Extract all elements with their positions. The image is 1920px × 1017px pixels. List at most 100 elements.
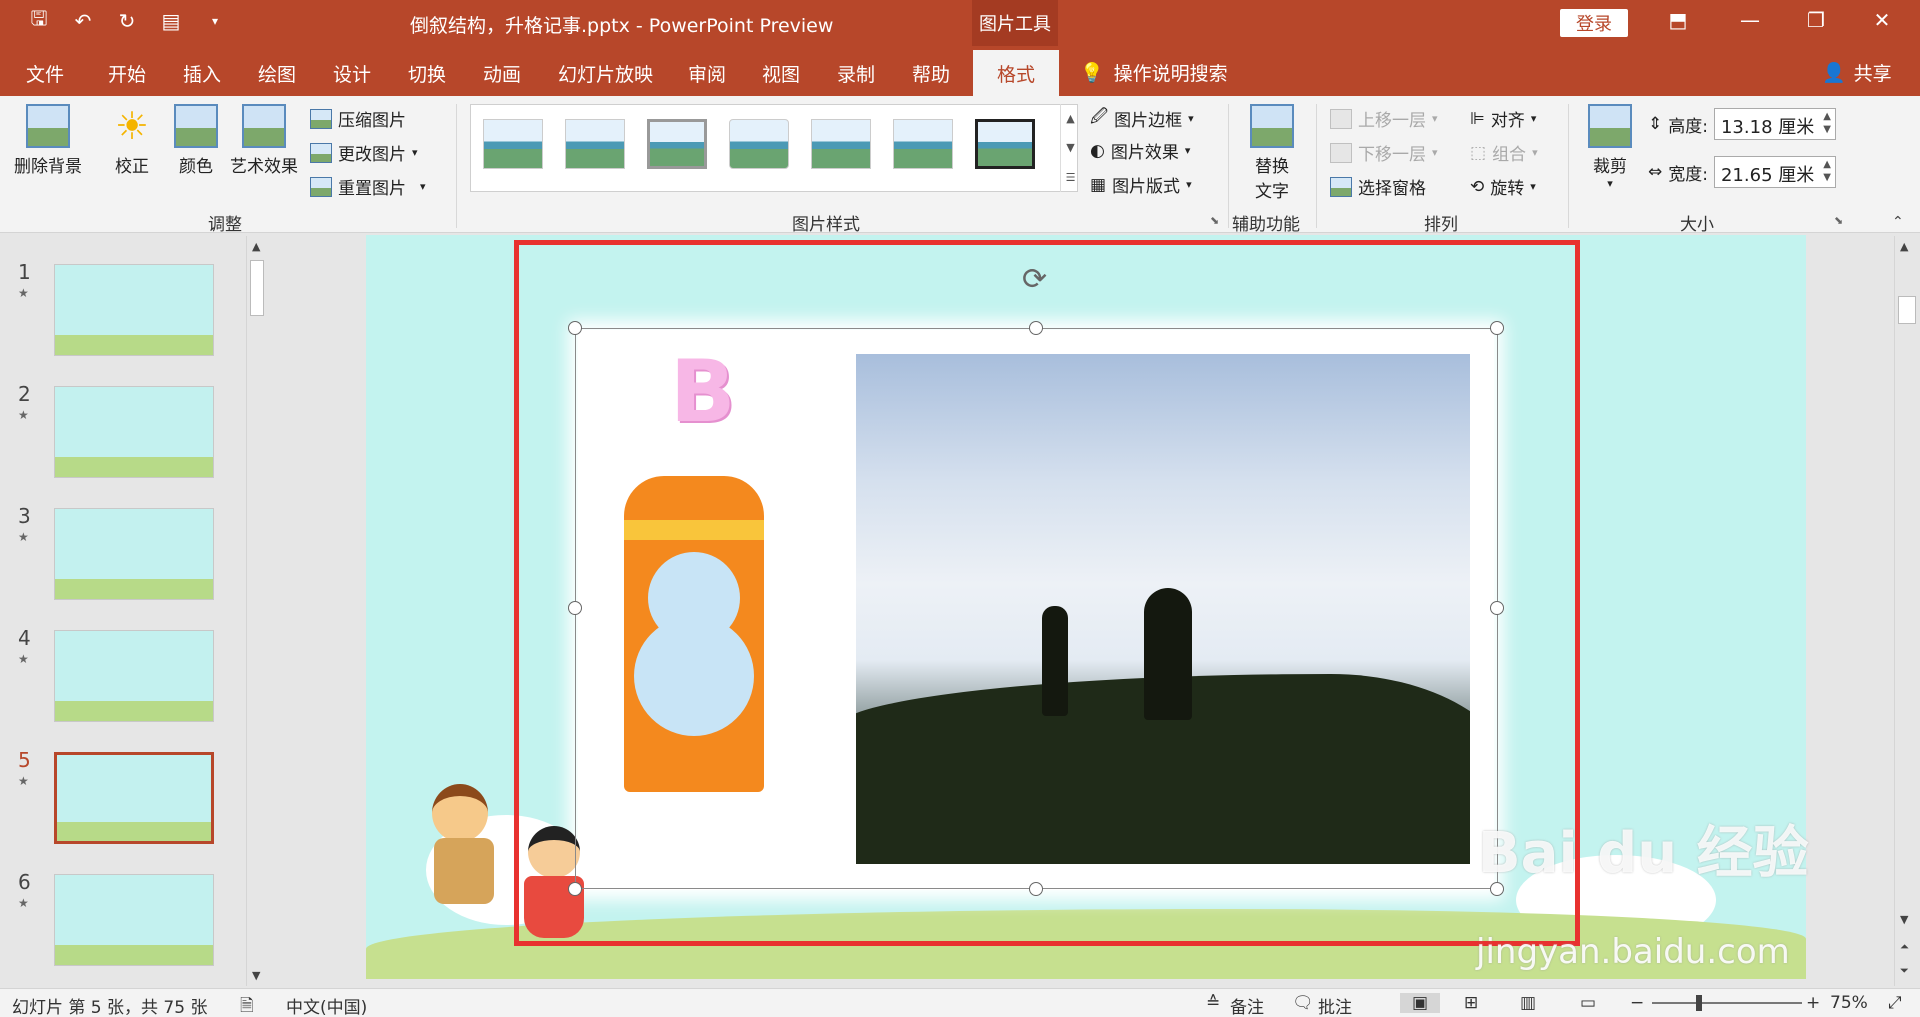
login-button[interactable]: 登录 [1560,9,1628,37]
corrections-button[interactable]: ☀ 校正 [110,104,154,177]
picture-border-button[interactable]: 🖉 图片边框 ▾ [1090,104,1194,133]
gallery-scroll[interactable]: ▲ ▼ ☰ [1060,104,1080,192]
fit-to-window-icon[interactable]: ⤢ [1888,993,1902,1013]
zoom-out-icon[interactable]: − [1630,993,1644,1013]
previous-slide-icon[interactable]: ⏶ [1900,940,1909,954]
next-slide-icon[interactable]: ⏷ [1900,964,1909,978]
style-thumb[interactable] [811,119,871,169]
resize-handle[interactable] [568,601,582,615]
style-thumb[interactable] [647,119,707,169]
tab-home[interactable]: 开始 [108,60,146,87]
resize-handle[interactable] [568,321,582,335]
height-spinner[interactable]: ▲ ▼ [1823,110,1831,136]
customize-qat-icon[interactable]: ▾ [202,8,228,34]
dialog-launcher-icon[interactable]: ⬊ [1834,214,1843,227]
scroll-thumb[interactable] [1898,296,1916,324]
tab-transitions[interactable]: 切换 [408,60,446,87]
align-button[interactable]: ⊫ 对齐 ▾ [1470,106,1536,132]
scroll-up-icon[interactable]: ▲ [252,240,260,253]
gallery-more-icon[interactable]: ☰ [1066,171,1076,184]
slideshow-icon[interactable]: ▭ [1580,993,1596,1013]
tab-draw[interactable]: 绘图 [258,60,296,87]
collapse-ribbon-icon[interactable]: ⌃ [1892,214,1904,230]
zoom-in-icon[interactable]: + [1806,993,1820,1013]
alt-text-button[interactable]: 替换 文字 [1250,104,1294,202]
slide-thumbnail-active[interactable] [52,750,216,846]
scroll-down-icon[interactable]: ▼ [252,969,260,982]
notes-icon[interactable]: ≙ [1206,993,1220,1013]
spell-check-icon[interactable]: 🗎 [240,993,254,1017]
resize-handle[interactable] [1029,882,1043,896]
send-backward-button[interactable]: 下移一层 ▾ [1330,140,1438,165]
artistic-effects-button[interactable]: 艺术效果 [230,104,298,177]
style-thumb[interactable] [893,119,953,169]
resize-handle[interactable] [1029,321,1043,335]
compress-pictures-button[interactable]: 压缩图片 [310,106,406,131]
thumbnails-scrollbar[interactable]: ▲ ▼ [246,236,266,986]
zoom-slider[interactable] [1652,1002,1802,1004]
scroll-up-icon[interactable]: ▲ [1900,240,1908,253]
selection-box[interactable] [575,328,1498,889]
tab-design[interactable]: 设计 [333,60,371,87]
tab-view[interactable]: 视图 [762,60,800,87]
tab-review[interactable]: 审阅 [688,60,726,87]
tab-record[interactable]: 录制 [837,60,875,87]
scroll-down-icon[interactable]: ▼ [1900,913,1908,926]
language-indicator[interactable]: 中文(中国) [286,993,367,1017]
tab-insert[interactable]: 插入 [183,60,221,87]
resize-handle[interactable] [1490,601,1504,615]
slide-scrollbar[interactable]: ▲ ▼ ⏶ ⏷ [1894,236,1918,986]
tab-file[interactable]: 文件 [26,60,64,87]
undo-icon[interactable]: ↶ [70,8,96,34]
redo-icon[interactable]: ↻ [114,8,140,34]
slide-thumbnail[interactable] [54,874,214,966]
tab-slideshow[interactable]: 幻灯片放映 [558,60,653,87]
normal-view-icon[interactable]: ▣ [1400,993,1441,1013]
minimize-icon[interactable]: — [1730,8,1770,32]
slide-thumbnail[interactable] [54,264,214,356]
scroll-thumb[interactable] [250,260,264,316]
reset-picture-button[interactable]: 重置图片 ▾ [310,174,426,199]
tab-help[interactable]: 帮助 [912,60,950,87]
reading-view-icon[interactable]: ▥ [1520,993,1536,1013]
style-thumb[interactable] [729,119,789,169]
selection-pane-button[interactable]: 选择窗格 [1330,174,1426,199]
zoom-level[interactable]: 75% [1830,993,1868,1013]
slide-thumbnail[interactable] [54,386,214,478]
slide-sorter-icon[interactable]: ⊞ [1464,993,1478,1013]
comments-button[interactable]: 批注 [1318,993,1352,1017]
resize-handle[interactable] [568,882,582,896]
comments-icon[interactable]: 🗨 [1292,993,1314,1013]
remove-background-button[interactable]: 删除背景 [14,104,82,177]
notes-button[interactable]: 备注 [1230,993,1264,1017]
bring-forward-button[interactable]: 上移一层 ▾ [1330,106,1438,131]
slide-thumbnail[interactable] [54,630,214,722]
tab-animations[interactable]: 动画 [483,60,521,87]
width-spinner[interactable]: ▲ ▼ [1823,158,1831,184]
width-input[interactable]: 21.65 厘米 ▲ ▼ [1713,156,1836,188]
present-icon[interactable]: ▤ [158,8,184,34]
save-icon[interactable]: 🖫 [26,6,52,34]
picture-effects-button[interactable]: ◐ 图片效果 ▾ [1090,138,1190,164]
close-icon[interactable]: ✕ [1862,8,1902,32]
picture-layout-button[interactable]: ▦ 图片版式 ▾ [1090,172,1192,198]
slide-thumbnail[interactable] [54,508,214,600]
rotate-handle-icon[interactable]: ⟳ [1022,262,1047,297]
zoom-slider-thumb[interactable] [1696,995,1702,1011]
ribbon-display-icon[interactable]: ⬒ [1658,8,1698,32]
dialog-launcher-icon[interactable]: ⬊ [1210,214,1219,227]
tab-format[interactable]: 格式 [973,50,1060,96]
color-button[interactable]: 颜色 [174,104,218,177]
gallery-down-icon[interactable]: ▼ [1066,141,1074,154]
group-button[interactable]: ⬚ 组合 ▾ [1470,140,1538,166]
crop-button[interactable]: 裁剪 ▾ [1588,104,1632,190]
gallery-up-icon[interactable]: ▲ [1066,112,1074,125]
height-input[interactable]: 13.18 厘米 ▲ ▼ [1713,108,1836,140]
style-thumb[interactable] [483,119,543,169]
style-thumb[interactable] [565,119,625,169]
rotate-button[interactable]: ⟲ 旋转 ▾ [1470,174,1536,200]
resize-handle[interactable] [1490,321,1504,335]
tell-me-search[interactable]: 💡 操作说明搜索 [1080,59,1228,86]
restore-icon[interactable]: ❐ [1796,8,1836,32]
style-thumb-selected[interactable] [975,119,1035,169]
